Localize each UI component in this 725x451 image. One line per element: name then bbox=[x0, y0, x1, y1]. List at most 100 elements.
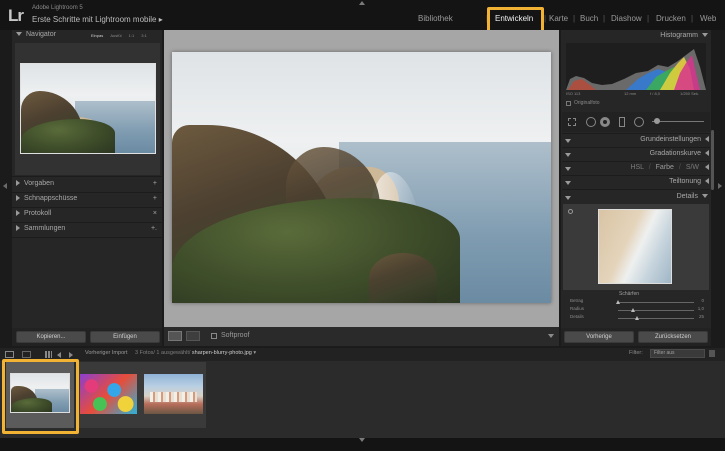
module-separator: | bbox=[647, 14, 650, 23]
paste-settings-button[interactable]: Einfügen bbox=[90, 331, 160, 343]
schnappschuesse-header[interactable]: Schnappschüsse + bbox=[16, 195, 160, 206]
second-window-icon[interactable] bbox=[22, 351, 31, 358]
back-arrow-icon[interactable] bbox=[57, 352, 61, 358]
shutter-readout: 1/250 Sek. bbox=[680, 91, 700, 96]
radius-track[interactable] bbox=[618, 310, 694, 311]
preview-target-icon[interactable] bbox=[568, 209, 573, 214]
histogram-collapse-icon bbox=[702, 33, 708, 38]
navigator-preview-image[interactable] bbox=[20, 63, 156, 154]
main-photo[interactable] bbox=[172, 52, 551, 303]
loupe-view-icon[interactable] bbox=[168, 331, 182, 341]
filter-dropdown[interactable]: Filter aus bbox=[650, 349, 705, 358]
module-buch[interactable]: Buch bbox=[580, 14, 598, 23]
softproof-checkbox[interactable] bbox=[211, 333, 217, 339]
filter-label: Filter: bbox=[629, 350, 643, 356]
protokoll-header[interactable]: Protokoll × bbox=[16, 210, 160, 221]
details-header[interactable]: Details bbox=[565, 193, 709, 204]
grundeinstellungen-title: Grundeinstellungen bbox=[640, 136, 701, 143]
detail-preview-image[interactable] bbox=[598, 209, 672, 284]
before-after-view-icon[interactable] bbox=[186, 331, 200, 341]
histogram-title: Histogramm bbox=[660, 32, 698, 39]
module-separator: | bbox=[544, 14, 547, 23]
vorgaben-title: Vorgaben bbox=[24, 180, 54, 187]
source-label: Vorheriger Import bbox=[85, 350, 128, 356]
vorgaben-header[interactable]: Vorgaben + bbox=[16, 180, 160, 191]
hsl-expand-icon[interactable] bbox=[705, 164, 709, 171]
grid-view-icon[interactable] bbox=[45, 351, 52, 358]
details-value[interactable]: 25 bbox=[699, 314, 704, 319]
toolbar-menu-icon[interactable] bbox=[548, 334, 554, 338]
collapse-left-panel-arrow-icon[interactable] bbox=[3, 183, 7, 189]
crop-tool-icon[interactable] bbox=[568, 118, 576, 126]
gradationskurve-header[interactable]: Gradationskurve bbox=[565, 150, 709, 161]
zoom-fill[interactable]: Ausfül bbox=[110, 33, 121, 38]
navigator-expand-icon bbox=[16, 32, 22, 37]
module-drucken[interactable]: Drucken bbox=[656, 14, 686, 23]
betrag-thumb[interactable] bbox=[616, 300, 620, 304]
spot-removal-tool-icon[interactable] bbox=[586, 117, 596, 127]
sharpen-slider-row: Betrag 0 bbox=[570, 298, 708, 306]
reset-button[interactable]: Zurücksetzen bbox=[638, 331, 708, 343]
graduated-filter-icon[interactable] bbox=[619, 117, 625, 127]
sammlungen-header[interactable]: Sammlungen +. bbox=[16, 225, 160, 236]
sharpen-heading: Schärfen bbox=[619, 291, 640, 297]
red-eye-tool-icon[interactable] bbox=[600, 117, 610, 127]
grundeinstellungen-header[interactable]: Grundeinstellungen bbox=[565, 136, 709, 147]
tab-sw[interactable]: S/W bbox=[686, 164, 699, 171]
previous-settings-button[interactable]: Vorherige bbox=[564, 331, 634, 343]
copy-settings-button[interactable]: Kopieren... bbox=[16, 331, 86, 343]
module-web[interactable]: Web bbox=[700, 14, 716, 23]
module-separator: | bbox=[691, 14, 694, 23]
forward-arrow-icon[interactable] bbox=[69, 352, 73, 358]
teiltonung-expand-icon bbox=[705, 178, 709, 185]
betrag-track[interactable] bbox=[618, 302, 694, 303]
teiltonung-solo-icon bbox=[565, 181, 571, 185]
lightroom-window: Lr Adobe Lightroom 5 Erste Schritte mit … bbox=[0, 0, 725, 451]
thumbnail-colorful[interactable] bbox=[80, 374, 137, 414]
module-karte[interactable]: Karte bbox=[549, 14, 568, 23]
radius-thumb[interactable] bbox=[631, 308, 636, 312]
collapse-filmstrip-arrow-icon[interactable] bbox=[359, 438, 365, 442]
original-photo-label: Originalfoto bbox=[574, 100, 600, 106]
protokoll-title: Protokoll bbox=[24, 210, 52, 217]
brush-tool-icon[interactable] bbox=[654, 118, 660, 124]
add-collection-icon[interactable]: +. bbox=[151, 225, 157, 232]
filmstrip-source[interactable]: Vorheriger Import 3 Fotos/ 1 ausgewählt/… bbox=[85, 350, 256, 356]
right-panel-scrollbar[interactable] bbox=[711, 130, 714, 190]
radius-value[interactable]: 1,0 bbox=[698, 306, 704, 311]
collapse-right-panel-arrow-icon[interactable] bbox=[718, 183, 722, 189]
gradationskurve-title: Gradationskurve bbox=[649, 150, 701, 157]
details-track[interactable] bbox=[618, 318, 694, 319]
tab-farbe[interactable]: Farbe bbox=[656, 164, 674, 171]
iso-readout: ISO 113 bbox=[566, 91, 581, 96]
module-picker: Bibliothek | Entwickeln | Karte | Buch |… bbox=[0, 0, 725, 30]
vorgaben-expand-icon bbox=[16, 180, 20, 187]
clear-history-icon[interactable]: × bbox=[153, 210, 157, 217]
radius-label: Radius bbox=[570, 306, 585, 311]
betrag-label: Betrag bbox=[570, 298, 584, 303]
protokoll-expand-icon bbox=[16, 210, 20, 217]
aperture-readout: f / 8,0 bbox=[650, 91, 661, 96]
zoom-1-1[interactable]: 1:1 bbox=[129, 33, 135, 38]
tab-hsl[interactable]: HSL bbox=[630, 164, 643, 171]
add-snapshot-icon[interactable]: + bbox=[153, 195, 157, 202]
betrag-value[interactable]: 0 bbox=[701, 298, 704, 303]
navigator-title: Navigator bbox=[26, 31, 56, 38]
thumbnail-town[interactable] bbox=[144, 374, 203, 414]
main-window-icon[interactable] bbox=[5, 351, 14, 358]
filter-lock-icon[interactable] bbox=[709, 350, 715, 357]
zoom-3-1[interactable]: 3:1 bbox=[141, 33, 147, 38]
radial-filter-icon[interactable] bbox=[634, 117, 644, 127]
module-bibliothek[interactable]: Bibliothek bbox=[418, 14, 453, 23]
module-diashow[interactable]: Diashow bbox=[611, 14, 642, 23]
source-menu-icon: ▾ bbox=[253, 350, 257, 356]
histogram-chart bbox=[566, 43, 706, 90]
sammlungen-title: Sammlungen bbox=[24, 225, 66, 232]
histogram-header[interactable]: Histogramm bbox=[565, 32, 709, 43]
add-preset-icon[interactable]: + bbox=[153, 180, 157, 187]
details-thumb[interactable] bbox=[635, 316, 639, 320]
sammlungen-expand-icon bbox=[16, 225, 20, 232]
teiltonung-header[interactable]: Teiltonung bbox=[565, 178, 709, 189]
zoom-fit[interactable]: Einpas bbox=[91, 33, 103, 38]
sharpen-slider-row: Radius 1,0 bbox=[570, 306, 708, 314]
